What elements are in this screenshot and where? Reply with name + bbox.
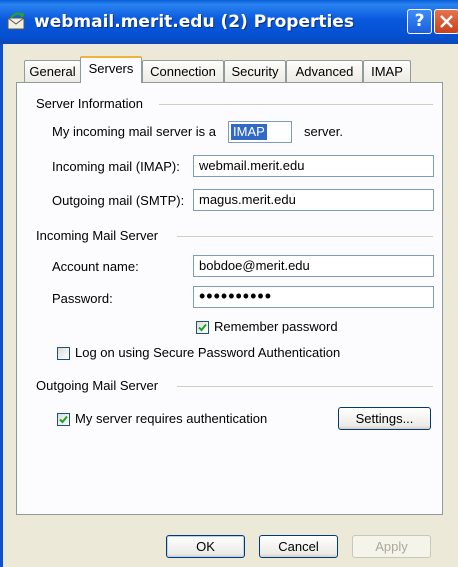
ok-button[interactable]: OK [166, 535, 245, 558]
requires-authentication-label[interactable]: My server requires authentication [75, 411, 267, 426]
tab-advanced[interactable]: Advanced [286, 60, 363, 82]
tab-security[interactable]: Security [224, 60, 286, 82]
tab-servers[interactable]: Servers [80, 56, 142, 83]
incoming-mail-label: Incoming mail (IMAP): [52, 159, 180, 174]
account-name-label: Account name: [52, 259, 139, 274]
apply-button[interactable]: Apply [352, 535, 431, 558]
window-frame [0, 44, 3, 567]
section-divider [159, 104, 433, 105]
server-information-heading: Server Information [36, 96, 143, 111]
checkmark-icon [198, 323, 207, 332]
tab-connection[interactable]: Connection [142, 60, 224, 82]
incoming-mail-server-heading: Incoming Mail Server [36, 228, 159, 243]
requires-authentication-checkbox[interactable] [57, 413, 70, 426]
incoming-server-type-field[interactable]: IMAP [228, 121, 292, 143]
tab-imap[interactable]: IMAP [363, 60, 411, 82]
settings-button[interactable]: Settings... [338, 407, 431, 430]
password-label: Password: [52, 291, 113, 306]
remember-password-label[interactable]: Remember password [214, 319, 338, 334]
help-button[interactable]: ? [407, 9, 432, 34]
close-button[interactable] [434, 9, 458, 34]
outgoing-mail-server-heading: Outgoing Mail Server [36, 378, 159, 393]
servers-tab-panel: Server Information My incoming mail serv… [16, 82, 443, 515]
outgoing-mail-label: Outgoing mail (SMTP): [52, 193, 185, 208]
close-icon [440, 15, 453, 28]
tab-general[interactable]: General [24, 60, 81, 82]
properties-dialog: webmail.merit.edu (2) Properties ? Gener… [0, 0, 458, 567]
mail-account-icon [6, 10, 28, 32]
spa-checkbox[interactable] [57, 347, 70, 360]
checkmark-icon [59, 415, 68, 424]
account-name-input[interactable]: bobdoe@merit.edu [193, 255, 434, 277]
incoming-mail-server-input[interactable]: webmail.merit.edu [193, 155, 434, 177]
window-title: webmail.merit.edu (2) Properties [34, 12, 354, 32]
remember-password-checkbox[interactable] [196, 321, 209, 334]
incoming-server-type-value: IMAP [231, 124, 267, 140]
outgoing-mail-server-input[interactable]: magus.merit.edu [193, 189, 434, 211]
spa-label[interactable]: Log on using Secure Password Authenticat… [75, 345, 340, 360]
title-bar[interactable]: webmail.merit.edu (2) Properties ? [0, 0, 458, 44]
section-divider [177, 386, 433, 387]
cancel-button[interactable]: Cancel [259, 535, 338, 558]
password-input[interactable]: •••••••••• [193, 286, 434, 308]
incoming-type-suffix: server. [304, 124, 344, 139]
incoming-type-prefix: My incoming mail server is a [52, 124, 216, 139]
section-divider [177, 236, 433, 237]
